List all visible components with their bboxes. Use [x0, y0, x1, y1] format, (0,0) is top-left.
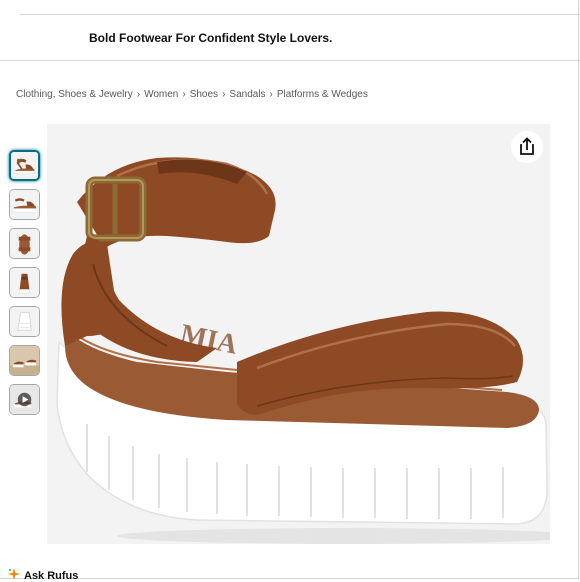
- breadcrumb-separator: ›: [182, 89, 186, 100]
- ask-rufus-label: Ask Rufus: [24, 570, 79, 582]
- video-play-icon: [10, 385, 39, 414]
- sandal-thumbnail-icon: [10, 229, 39, 258]
- banner-text: Bold Footwear For Confident Style Lovers…: [89, 31, 333, 45]
- thumbnail-list: [9, 150, 43, 423]
- sandal-thumbnail-icon: [10, 268, 39, 297]
- breadcrumb-platforms-wedges[interactable]: Platforms & Wedges: [277, 89, 368, 100]
- breadcrumb: Clothing, Shoes & Jewelry › Women › Shoes › Sa…: [16, 89, 368, 100]
- lifestyle-thumbnail-icon: [10, 346, 39, 375]
- top-strip: [20, 0, 580, 15]
- breadcrumb-separator: ›: [269, 89, 273, 100]
- sandal-product-image: MIA: [47, 124, 550, 544]
- product-main-image[interactable]: MIA: [47, 124, 550, 544]
- breadcrumb-shoes[interactable]: Shoes: [190, 89, 218, 100]
- share-button[interactable]: [511, 131, 543, 163]
- thumbnail-white-detail[interactable]: [9, 306, 40, 337]
- share-icon: [511, 131, 543, 163]
- thumbnail-top-view[interactable]: [9, 228, 40, 259]
- breadcrumb-clothing[interactable]: Clothing, Shoes & Jewelry: [16, 89, 133, 100]
- sparkle-icon: [8, 568, 20, 580]
- thumbnail-side-view[interactable]: [9, 150, 40, 181]
- thumbnail-front-view[interactable]: [9, 267, 40, 298]
- sandal-thumbnail-icon: [11, 152, 38, 179]
- thumbnail-side-view-2[interactable]: [9, 189, 40, 220]
- breadcrumb-separator: ›: [136, 89, 141, 100]
- thumbnail-lifestyle[interactable]: [9, 345, 40, 376]
- promo-banner[interactable]: Bold Footwear For Confident Style Lovers…: [0, 14, 580, 61]
- sole-thumbnail-icon: [10, 307, 39, 336]
- breadcrumb-women[interactable]: Women: [144, 89, 178, 100]
- breadcrumb-separator: ›: [222, 89, 226, 100]
- sandal-thumbnail-icon: [10, 190, 39, 219]
- breadcrumb-sandals[interactable]: Sandals: [229, 89, 265, 100]
- thumbnail-video[interactable]: [9, 384, 40, 415]
